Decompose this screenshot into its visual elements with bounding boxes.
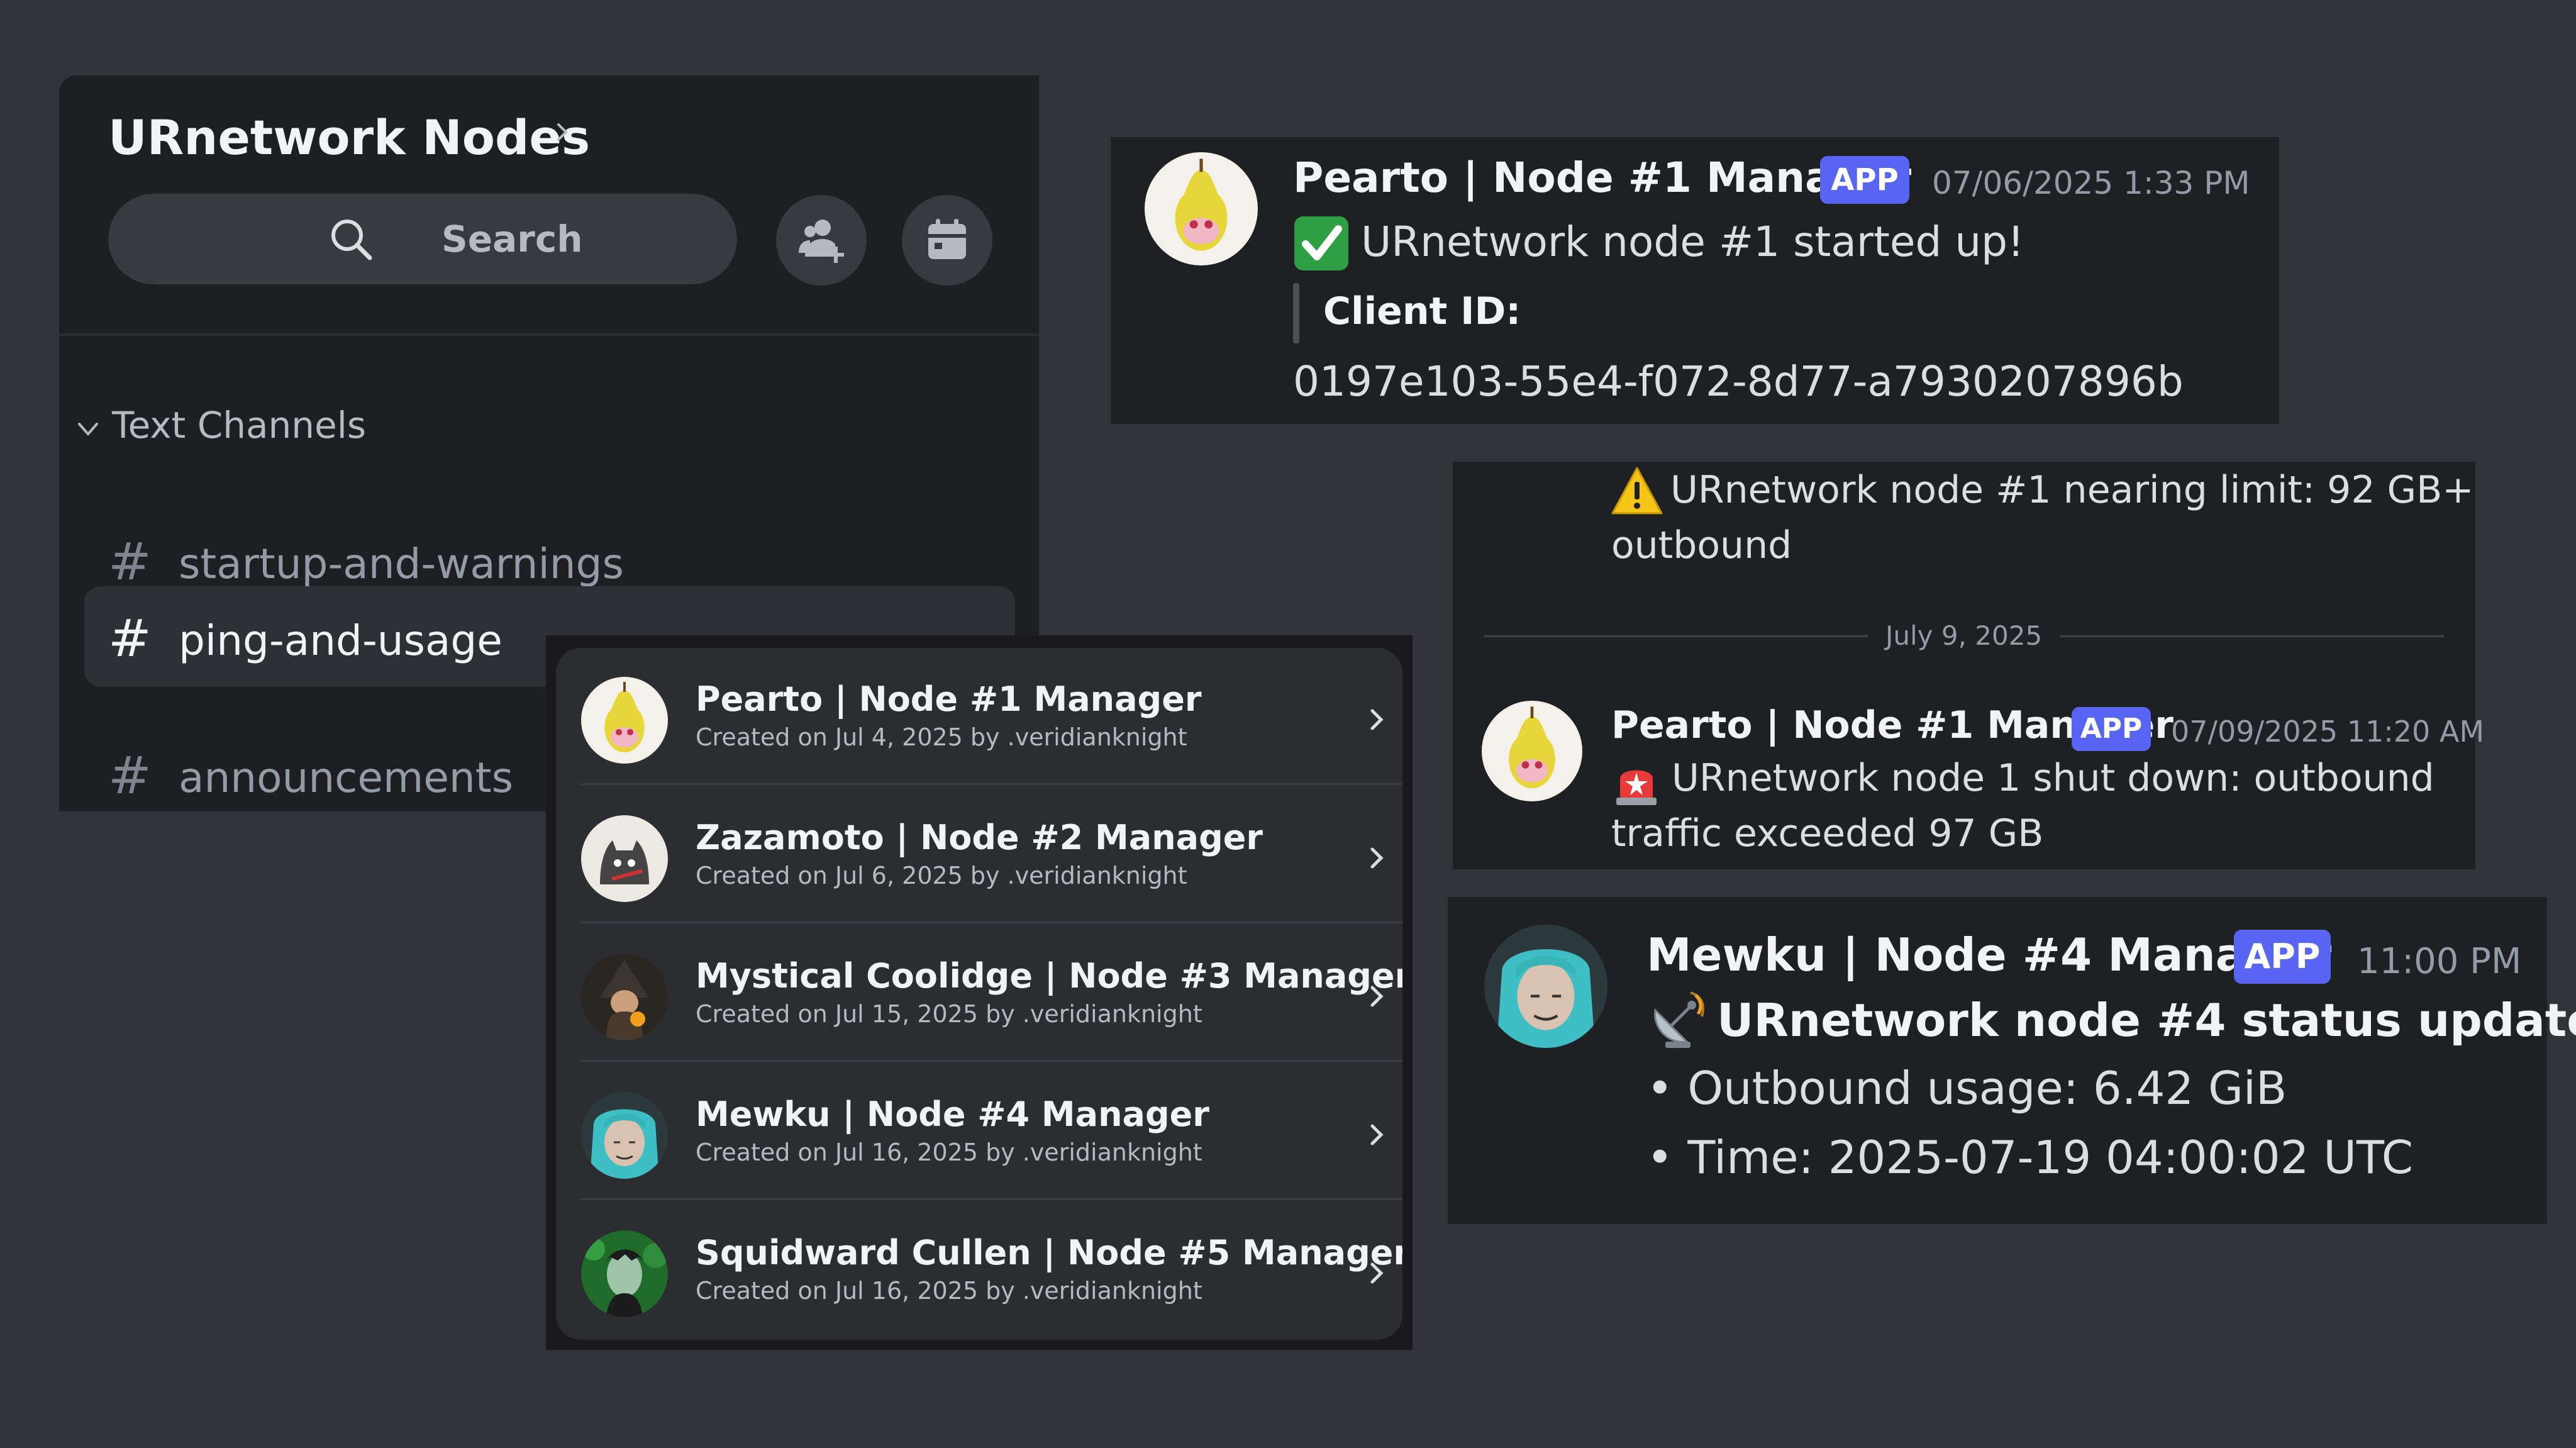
- invite-button[interactable]: [776, 195, 867, 286]
- chevron-right-icon: [1370, 1124, 1384, 1145]
- message-node4-status: Mewku | Node #4 Manager APP 11:00 PM URn…: [1448, 897, 2576, 1224]
- events-button[interactable]: [902, 195, 992, 286]
- date-divider-line: [2060, 635, 2444, 637]
- app-row-squidward-cullen[interactable]: Squidward Cullen | Node #5 Manager Creat…: [556, 1201, 1402, 1339]
- message-timestamp: 11:00 PM: [2357, 941, 2522, 982]
- pear-avatar-icon[interactable]: [1482, 701, 1582, 801]
- channel-name: announcements: [179, 754, 514, 802]
- calendar-icon: [928, 219, 966, 259]
- row-separator: [581, 1060, 1402, 1062]
- app-badge: APP: [2072, 707, 2151, 751]
- chevron-right-icon: [1370, 1262, 1384, 1284]
- message-author[interactable]: Pearto | Node #1 Manager: [1293, 153, 1911, 202]
- message-timestamp: 07/06/2025 1:33 PM: [1932, 165, 2250, 201]
- app-row-mystical-coolidge[interactable]: Mystical Coolidge | Node #3 Manager Crea…: [556, 925, 1402, 1062]
- warning-text-line1: URnetwork node #1 nearing limit: 92 GB+: [1670, 468, 2474, 512]
- date-divider-line: [1484, 635, 1868, 637]
- app-name: Mystical Coolidge | Node #3 Manager: [696, 956, 1402, 996]
- cat-avatar-icon: [581, 815, 668, 902]
- chevron-right-icon: [1370, 986, 1384, 1007]
- status-bullet-1: • Outbound usage: 6.42 GiB: [1646, 1062, 2287, 1115]
- category-label[interactable]: Text Channels: [112, 404, 366, 447]
- message-text: URnetwork node #1 started up!: [1361, 218, 2024, 266]
- embed-field-value: 0197e103-55e4-f072-8d77-a7930207896b: [1293, 357, 2184, 406]
- hash-icon: #: [108, 746, 152, 806]
- chevron-down-icon[interactable]: [75, 420, 101, 439]
- add-user-icon: [799, 220, 844, 263]
- message-author[interactable]: Mewku | Node #4 Manager: [1646, 928, 2331, 981]
- message-line2: traffic exceeded 97 GB: [1611, 811, 2044, 855]
- app-badge: APP: [2234, 930, 2331, 984]
- app-created: Created on Jul 6, 2025 by .veridianknigh…: [696, 862, 1187, 889]
- embed-field-label: Client ID:: [1323, 289, 1521, 333]
- app-created: Created on Jul 16, 2025 by .veridianknig…: [696, 1277, 1202, 1305]
- search-icon: [331, 220, 372, 260]
- message-node1-startup: Pearto | Node #1 Manager APP 07/06/2025 …: [1111, 137, 2279, 424]
- message-node1-limit: URnetwork node #1 nearing limit: 92 GB+ …: [1453, 462, 2484, 869]
- status-bullet-2: • Time: 2025-07-19 04:00:02 UTC: [1646, 1131, 2414, 1184]
- hash-icon: #: [108, 609, 152, 669]
- date-divider: July 9, 2025: [1885, 620, 2043, 651]
- channel-name: ping-and-usage: [179, 616, 502, 665]
- hash-icon: #: [108, 532, 152, 592]
- green-avatar-icon: [581, 1230, 668, 1317]
- server-name[interactable]: URnetwork Nodes: [108, 109, 590, 165]
- warning-text-line2: outbound: [1611, 523, 1792, 567]
- check-mark-icon: [1294, 216, 1348, 270]
- message-line1: URnetwork node 1 shut down: outbound: [1672, 756, 2434, 800]
- status-title: URnetwork node #4 status update: [1717, 994, 2576, 1047]
- app-name: Squidward Cullen | Node #5 Manager: [696, 1233, 1402, 1273]
- search-button[interactable]: Search: [108, 194, 737, 284]
- app-row-zazamoto[interactable]: Zazamoto | Node #2 Manager Created on Ju…: [556, 786, 1402, 923]
- channel-name: startup-and-warnings: [179, 540, 624, 588]
- row-separator: [581, 783, 1402, 785]
- sidebar-divider: [59, 333, 1039, 336]
- app-badge: APP: [1820, 156, 1909, 204]
- app-name: Mewku | Node #4 Manager: [696, 1094, 1209, 1134]
- chevron-right-icon[interactable]: [550, 120, 575, 145]
- teal-hair-avatar-icon: [581, 1092, 668, 1179]
- row-separator: [581, 922, 1402, 923]
- teal-hair-avatar-icon[interactable]: [1484, 925, 1607, 1048]
- app-created: Created on Jul 15, 2025 by .veridianknig…: [696, 1000, 1202, 1028]
- app-name: Zazamoto | Node #2 Manager: [696, 818, 1263, 857]
- app-list-panel: Pearto | Node #1 Manager Created on Jul …: [546, 635, 1413, 1350]
- embed-accent-bar: [1293, 283, 1299, 343]
- row-separator: [581, 1198, 1402, 1200]
- warning-icon: [1611, 467, 1663, 515]
- search-label: Search: [441, 218, 583, 260]
- app-created: Created on Jul 4, 2025 by .veridianknigh…: [696, 723, 1187, 751]
- app-row-pearto[interactable]: Pearto | Node #1 Manager Created on Jul …: [556, 648, 1402, 785]
- app-name: Pearto | Node #1 Manager: [696, 679, 1202, 719]
- pear-avatar-icon[interactable]: [1145, 152, 1258, 265]
- satellite-antenna-icon: [1654, 991, 1704, 1048]
- status-time: Time: 2025-07-19 04:00:02 UTC: [1687, 1131, 2414, 1184]
- app-list: Pearto | Node #1 Manager Created on Jul …: [556, 648, 1402, 1340]
- pear-avatar-icon: [581, 677, 668, 764]
- chevron-right-icon: [1370, 709, 1384, 730]
- chevron-right-icon: [1370, 847, 1384, 869]
- app-row-mewku[interactable]: Mewku | Node #4 Manager Created on Jul 1…: [556, 1063, 1402, 1200]
- wizard-avatar-icon: [581, 954, 668, 1040]
- app-created: Created on Jul 16, 2025 by .veridianknig…: [696, 1139, 1202, 1166]
- message-timestamp: 07/09/2025 11:20 AM: [2171, 715, 2485, 749]
- outbound-usage: Outbound usage: 6.42 GiB: [1687, 1062, 2287, 1115]
